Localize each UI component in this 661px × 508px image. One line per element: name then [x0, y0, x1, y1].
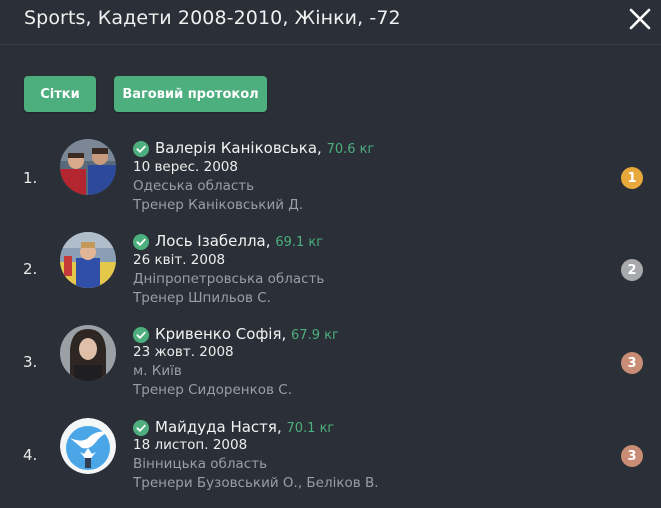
dialog-header: Sports, Кадети 2008-2010, Жінки, -72 — [0, 0, 661, 45]
athlete-dob: 23 жовт. 2008 — [133, 344, 234, 360]
list-item[interactable]: 1. Валерія Каніковська, 70.6 кг 10 верес… — [0, 139, 661, 229]
athlete-weight: 67.9 кг — [291, 328, 339, 343]
athlete-name[interactable]: Лось Ізабелла, — [155, 232, 271, 250]
athlete-name[interactable]: Кривенко Софія, — [155, 325, 286, 343]
page-title: Sports, Кадети 2008-2010, Жінки, -72 — [24, 7, 401, 29]
medal-badge: 1 — [621, 167, 643, 189]
avatar[interactable] — [60, 139, 116, 195]
athlete-name[interactable]: Майдуда Настя, — [155, 418, 282, 436]
athlete-coach: Тренери Бузовський О., Беліков В. — [133, 475, 379, 491]
athlete-coach: Тренер Сидоренков С. — [133, 382, 292, 398]
athlete-coach: Тренер Каніковський Д. — [133, 197, 304, 213]
place-number: 2. — [23, 260, 38, 278]
list-item[interactable]: 4. Майдуда Настя, 70.1 кг 18 листоп. 200… — [0, 418, 661, 508]
close-icon[interactable] — [628, 7, 652, 31]
athlete-dob: 18 листоп. 2008 — [133, 437, 248, 453]
list-item[interactable]: 3. Кривенко Софія, 67.9 кг 23 жовт. 2008… — [0, 325, 661, 415]
athlete-dob: 26 квіт. 2008 — [133, 252, 226, 268]
athlete-region: м. Київ — [133, 363, 182, 379]
athlete-weight: 69.1 кг — [275, 235, 324, 250]
grids-button[interactable]: Сітки — [24, 76, 96, 112]
athlete-dob: 10 верес. 2008 — [133, 159, 238, 175]
athlete-region: Вінницька область — [133, 456, 268, 472]
medal-badge: 2 — [621, 259, 643, 281]
verified-icon — [133, 234, 149, 250]
place-number: 1. — [23, 169, 38, 187]
athlete-coach: Тренер Шпильов С. — [133, 290, 271, 306]
weigh-protocol-button[interactable]: Ваговий протокол — [114, 76, 267, 112]
avatar[interactable] — [60, 232, 116, 288]
athlete-weight: 70.6 кг — [326, 142, 375, 157]
avatar[interactable] — [60, 325, 116, 381]
athlete-region: Дніпропетровська область — [133, 271, 325, 287]
verified-icon — [133, 141, 149, 157]
athlete-region: Одеська область — [133, 178, 255, 194]
verified-icon — [133, 327, 149, 343]
avatar[interactable] — [60, 418, 116, 474]
verified-icon — [133, 420, 149, 436]
list-item[interactable]: 2. Лось Ізабелла, 69.1 кг 26 квіт. 2008 … — [0, 232, 661, 322]
place-number: 3. — [23, 353, 38, 371]
medal-badge: 3 — [621, 352, 643, 374]
place-number: 4. — [23, 446, 38, 464]
athlete-weight: 70.1 кг — [286, 421, 335, 436]
athlete-name[interactable]: Валерія Каніковська, — [155, 139, 322, 157]
medal-badge: 3 — [621, 445, 643, 467]
